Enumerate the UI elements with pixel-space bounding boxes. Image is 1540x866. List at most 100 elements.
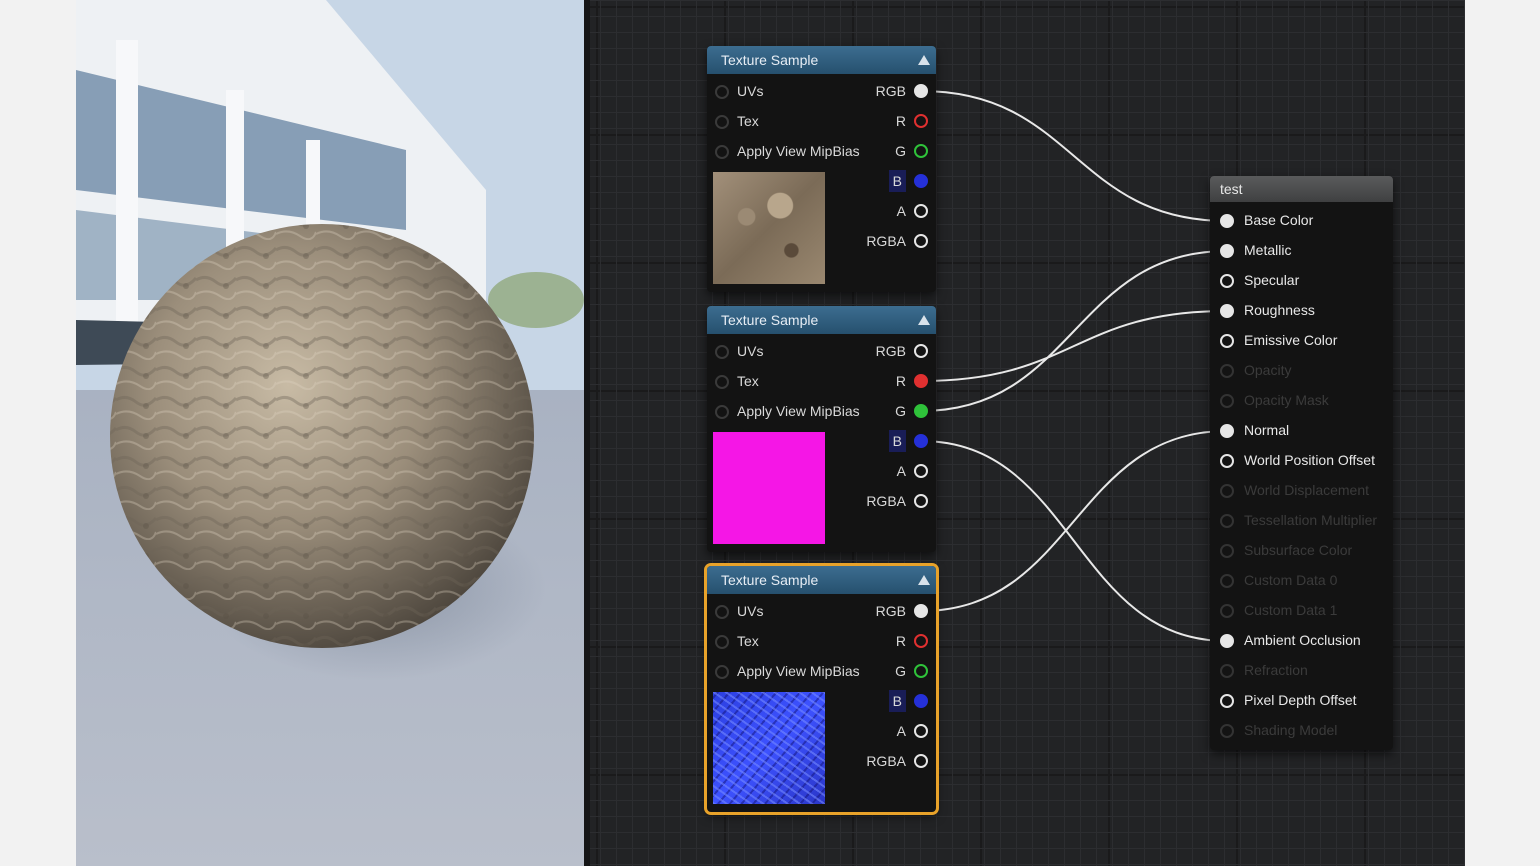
output-pin-g-icon[interactable] bbox=[914, 664, 928, 678]
input-pin-label: Tex bbox=[737, 373, 759, 389]
connection-wire[interactable] bbox=[920, 310, 1228, 382]
input-pin-icon[interactable] bbox=[715, 405, 729, 419]
material-input-pin-icon[interactable] bbox=[1220, 664, 1234, 678]
collapse-arrow-icon[interactable] bbox=[918, 55, 930, 65]
output-pin-a-icon[interactable] bbox=[914, 724, 928, 738]
output-pin-row[interactable]: A bbox=[810, 200, 930, 222]
material-input-pin-icon[interactable] bbox=[1220, 574, 1234, 588]
material-input-label: Shading Model bbox=[1244, 722, 1338, 738]
output-pin-label: B bbox=[888, 690, 906, 712]
output-pin-row[interactable]: RGBA bbox=[810, 750, 930, 772]
input-pin-icon[interactable] bbox=[715, 375, 729, 389]
output-pin-row[interactable]: G bbox=[810, 660, 930, 682]
texture-sample-node-selected[interactable]: Texture Sample UVs Tex Apply View MipBias R… bbox=[707, 566, 936, 812]
output-pin-row[interactable]: A bbox=[810, 460, 930, 482]
material-graph-canvas[interactable]: Texture Sample UVs Tex Apply View MipBias R… bbox=[584, 0, 1465, 866]
input-pin-icon[interactable] bbox=[715, 605, 729, 619]
material-input-pin-icon[interactable] bbox=[1220, 214, 1234, 228]
output-pin-row[interactable]: A bbox=[810, 720, 930, 742]
material-input-pin-icon[interactable] bbox=[1220, 634, 1234, 648]
material-input-label: Tessellation Multiplier bbox=[1244, 512, 1378, 528]
material-input-label: Specular bbox=[1244, 272, 1300, 288]
output-pin-r-icon[interactable] bbox=[914, 114, 928, 128]
output-pin-label: A bbox=[896, 203, 906, 219]
node-header[interactable]: Texture Sample bbox=[707, 46, 936, 74]
material-input-pin-icon[interactable] bbox=[1220, 334, 1234, 348]
collapse-arrow-icon[interactable] bbox=[918, 315, 930, 325]
output-pin-a-icon[interactable] bbox=[914, 464, 928, 478]
material-input-label: Opacity bbox=[1244, 362, 1292, 378]
input-pin-icon[interactable] bbox=[715, 635, 729, 649]
output-pin-row[interactable]: RGBA bbox=[810, 490, 930, 512]
output-pin-label: RGBA bbox=[866, 233, 906, 249]
node-header[interactable]: Texture Sample bbox=[707, 566, 936, 594]
output-pin-row[interactable]: R bbox=[810, 110, 930, 132]
output-pin-rgba-icon[interactable] bbox=[914, 754, 928, 768]
material-input-pin-icon[interactable] bbox=[1220, 694, 1234, 708]
texture-sample-node[interactable]: Texture Sample UVs Tex Apply View MipBias R… bbox=[707, 46, 936, 292]
connection-wire[interactable] bbox=[920, 440, 1228, 642]
input-pin-label: UVs bbox=[737, 343, 764, 359]
output-pin-row[interactable]: RGB bbox=[810, 340, 930, 362]
material-result-node[interactable]: test Base Color Metallic Specular Roughness… bbox=[1210, 176, 1393, 750]
material-input-pin-icon[interactable] bbox=[1220, 724, 1234, 738]
material-input-pin-icon[interactable] bbox=[1220, 364, 1234, 378]
material-input-pin-icon[interactable] bbox=[1220, 454, 1234, 468]
panel-divider[interactable] bbox=[584, 0, 590, 866]
output-pin-r-icon[interactable] bbox=[914, 374, 928, 388]
output-pin-b-icon[interactable] bbox=[914, 434, 928, 448]
material-input-pin-icon[interactable] bbox=[1220, 394, 1234, 408]
collapse-arrow-icon[interactable] bbox=[918, 575, 930, 585]
input-pin-icon[interactable] bbox=[715, 665, 729, 679]
output-pin-row[interactable]: R bbox=[810, 630, 930, 652]
texture-sample-node[interactable]: Texture Sample UVs Tex Apply View MipBias R… bbox=[707, 306, 936, 552]
material-preview-viewport[interactable] bbox=[76, 0, 584, 866]
output-pin-row[interactable]: G bbox=[810, 400, 930, 422]
material-input-label: Refraction bbox=[1244, 662, 1308, 678]
output-pin-row[interactable]: B bbox=[810, 430, 930, 452]
output-pin-a-icon[interactable] bbox=[914, 204, 928, 218]
material-input-pin-icon[interactable] bbox=[1220, 604, 1234, 618]
output-pin-row[interactable]: RGBA bbox=[810, 230, 930, 252]
output-pin-g-icon[interactable] bbox=[914, 404, 928, 418]
input-pin-icon[interactable] bbox=[715, 345, 729, 359]
connection-wire[interactable] bbox=[920, 250, 1228, 412]
output-pin-row[interactable]: G bbox=[810, 140, 930, 162]
output-pin-rgb-icon[interactable] bbox=[914, 84, 928, 98]
preview-scene bbox=[76, 0, 584, 866]
material-input-label: Custom Data 0 bbox=[1244, 572, 1338, 588]
material-input-pin-icon[interactable] bbox=[1220, 244, 1234, 258]
material-input-label: Opacity Mask bbox=[1244, 392, 1329, 408]
output-pin-row[interactable]: B bbox=[810, 170, 930, 192]
output-pin-rgba-icon[interactable] bbox=[914, 494, 928, 508]
output-pin-b-icon[interactable] bbox=[914, 694, 928, 708]
output-pin-row[interactable]: R bbox=[810, 370, 930, 392]
node-header[interactable]: Texture Sample bbox=[707, 306, 936, 334]
output-pin-b-icon[interactable] bbox=[914, 174, 928, 188]
output-pin-rgba-icon[interactable] bbox=[914, 234, 928, 248]
output-pin-row[interactable]: B bbox=[810, 690, 930, 712]
material-input-pin-icon[interactable] bbox=[1220, 514, 1234, 528]
output-pin-rgb-icon[interactable] bbox=[914, 344, 928, 358]
material-input-pin-icon[interactable] bbox=[1220, 304, 1234, 318]
connection-wire[interactable] bbox=[920, 430, 1228, 612]
input-pin-icon[interactable] bbox=[715, 85, 729, 99]
material-input-pin-icon[interactable] bbox=[1220, 274, 1234, 288]
output-pin-g-icon[interactable] bbox=[914, 144, 928, 158]
material-input-pin-icon[interactable] bbox=[1220, 544, 1234, 558]
node-header[interactable]: test bbox=[1210, 176, 1393, 202]
output-pin-row[interactable]: RGB bbox=[810, 600, 930, 622]
output-pin-rgb-icon[interactable] bbox=[914, 604, 928, 618]
output-pin-r-icon[interactable] bbox=[914, 634, 928, 648]
input-pin-icon[interactable] bbox=[715, 145, 729, 159]
output-pin-row[interactable]: RGB bbox=[810, 80, 930, 102]
connection-wire[interactable] bbox=[920, 90, 1228, 222]
input-pin-icon[interactable] bbox=[715, 115, 729, 129]
material-input-label: Metallic bbox=[1244, 242, 1292, 258]
input-pin-label: Tex bbox=[737, 113, 759, 129]
output-pin-label: A bbox=[896, 463, 906, 479]
material-input-pin-icon[interactable] bbox=[1220, 484, 1234, 498]
texture-preview-thumbnail bbox=[713, 172, 825, 284]
material-input-pin-icon[interactable] bbox=[1220, 424, 1234, 438]
material-input-label: Pixel Depth Offset bbox=[1244, 692, 1357, 708]
